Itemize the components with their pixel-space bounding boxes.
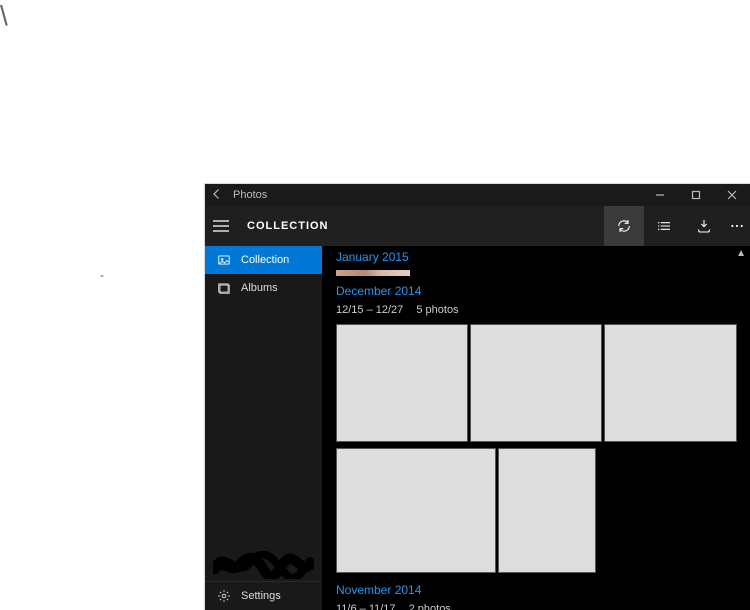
sidebar-item-label: Settings xyxy=(241,590,281,602)
more-button[interactable] xyxy=(724,206,750,246)
app-title: Photos xyxy=(233,189,267,201)
thumbnail-row xyxy=(336,324,736,442)
photo-thumbnail[interactable] xyxy=(498,448,596,573)
view-title: COLLECTION xyxy=(237,206,604,246)
minimize-button[interactable] xyxy=(642,184,678,206)
sidebar-item-collection[interactable]: Collection xyxy=(205,246,322,274)
command-bar: COLLECTION xyxy=(205,206,750,246)
sidebar: Collection Albums Settings xyxy=(205,246,322,610)
stray-dash: - xyxy=(100,268,104,282)
sidebar-item-label: Albums xyxy=(241,282,278,294)
collection-content[interactable]: ▲ January 2015 December 2014 12/15 – 12/… xyxy=(322,246,750,610)
date-range: 11/6 – 11/17 xyxy=(336,603,396,610)
photo-thumbnail[interactable] xyxy=(336,448,496,573)
photo-thumbnail[interactable] xyxy=(604,324,737,442)
stray-glyph: \ xyxy=(0,0,8,32)
sidebar-item-settings[interactable]: Settings xyxy=(205,581,322,610)
import-button[interactable] xyxy=(684,206,724,246)
back-button[interactable] xyxy=(211,188,223,203)
photo-count: 5 photos xyxy=(416,304,458,316)
refresh-button[interactable] xyxy=(604,206,644,246)
photo-thumbnail[interactable] xyxy=(470,324,602,442)
redacted-scribble xyxy=(213,551,314,581)
sidebar-item-label: Collection xyxy=(241,254,289,266)
sidebar-item-albums[interactable]: Albums xyxy=(205,274,322,302)
month-meta: 12/15 – 12/27 5 photos xyxy=(336,304,736,316)
select-button[interactable] xyxy=(644,206,684,246)
thumbnail-row xyxy=(336,448,736,573)
month-header[interactable]: November 2014 xyxy=(336,583,736,597)
month-header[interactable]: December 2014 xyxy=(336,284,736,298)
date-range: 12/15 – 12/27 xyxy=(336,304,403,316)
photo-thumbnail[interactable] xyxy=(336,270,410,276)
photo-count: 2 photos xyxy=(409,603,451,610)
scroll-caret-icon[interactable]: ▲ xyxy=(736,248,746,259)
close-button[interactable] xyxy=(714,184,750,206)
albums-icon xyxy=(215,281,233,295)
photos-window: Photos COLLECTION xyxy=(205,184,750,610)
month-header[interactable]: January 2015 xyxy=(336,250,736,264)
month-meta: 11/6 – 11/17 2 photos xyxy=(336,603,736,610)
hamburger-button[interactable] xyxy=(205,206,237,246)
maximize-button[interactable] xyxy=(678,184,714,206)
app-body: Collection Albums Settings ▲ Jan xyxy=(205,246,750,610)
photo-thumbnail[interactable] xyxy=(336,324,468,442)
title-bar: Photos xyxy=(205,184,750,206)
gear-icon xyxy=(215,589,233,603)
collection-icon xyxy=(215,253,233,267)
